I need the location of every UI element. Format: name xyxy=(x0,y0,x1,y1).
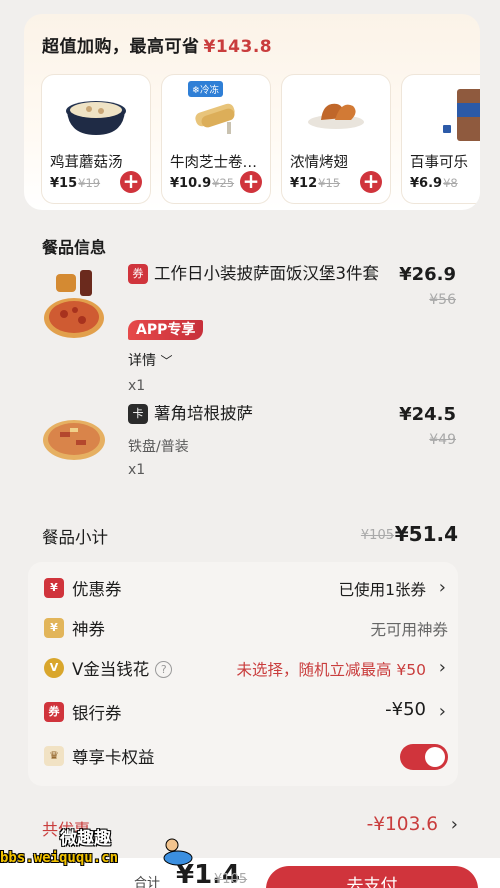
subtotal-row: 餐品小计 ¥105 ¥51.4 xyxy=(24,518,480,554)
watermark: 微趣趣 bbs.weiququ.cn xyxy=(0,820,200,870)
meal-item-spec: 铁盘/普装 xyxy=(128,439,189,455)
add-to-cart-button[interactable]: + xyxy=(360,171,382,193)
product-price: ¥6.9¥8 xyxy=(410,176,458,191)
add-to-cart-button[interactable]: + xyxy=(120,171,142,193)
total-discount-value: -¥103.6 xyxy=(366,814,438,835)
meal-item-old-price: ¥56 xyxy=(429,292,456,308)
upsell-product[interactable]: 鸡茸蘑菇汤 ¥15¥19 + xyxy=(42,75,150,203)
meal-item: 卡 薯角培根披萨 ¥24.5 ¥49 铁盘/普装 x1 xyxy=(24,404,480,518)
bacon-pizza-icon xyxy=(42,410,106,490)
meal-item-title: 薯角培根披萨 xyxy=(154,404,253,423)
vip-card-toggle[interactable] xyxy=(400,744,448,770)
god-coupon-label: 神券 xyxy=(72,620,105,639)
upsell-product[interactable]: 百事可乐 ¥6.9¥8 xyxy=(402,75,480,203)
bank-coupon-value: -¥50 xyxy=(385,699,426,720)
pay-button[interactable]: 去支付 xyxy=(266,866,478,888)
discount-panel: ¥ 优惠券 已使用1张券 › ¥ 神券 无可用神券 V V金当钱花? 未选择，随… xyxy=(28,562,458,786)
soup-bowl-icon xyxy=(50,83,142,143)
product-price: ¥12¥15 xyxy=(290,176,341,191)
chevron-right-icon: › xyxy=(450,814,458,835)
meal-item-title: 工作日小装披萨面饭汉堡3件套 xyxy=(154,264,379,283)
meal-item-qty: x1 xyxy=(128,378,146,394)
meal-item-price: ¥26.9 xyxy=(399,264,456,285)
details-toggle[interactable]: 详情 ﹀ xyxy=(128,350,172,370)
meal-item: 券 工作日小装披萨面饭汉堡3件套 ¥26.9 ¥56 APP专享 详情 ﹀ x1 xyxy=(24,258,480,408)
product-name: 百事可乐 xyxy=(410,155,468,171)
upsell-product[interactable]: ❄冷冻 牛肉芝士卷… ¥10.9¥25 + xyxy=(162,75,270,203)
coupon-label: 优惠券 xyxy=(72,580,122,599)
total-old: ¥105 xyxy=(214,872,248,887)
subtotal-value: ¥51.4 xyxy=(394,522,458,546)
pepsi-cola-icon xyxy=(410,83,480,143)
beef-cheese-roll-icon: ❄冷冻 xyxy=(170,81,262,143)
meal-info-title: 餐品信息 xyxy=(42,238,107,257)
total-label: 合计 xyxy=(134,876,161,888)
add-to-cart-button[interactable]: + xyxy=(240,171,262,193)
crown-icon: ♛ xyxy=(44,746,64,766)
order-confirm-page: 超值加购，最高可省 ¥143.8 鸡茸蘑菇汤 ¥15¥19 + ❄冷冻 牛肉芝士… xyxy=(24,14,480,888)
vip-card-row: ♛ 尊享卡权益 xyxy=(40,736,448,776)
mascot-icon xyxy=(158,836,194,870)
watermark-title: 微趣趣 xyxy=(60,829,111,849)
coupon-row[interactable]: ¥ 优惠券 已使用1张券 › xyxy=(40,568,448,608)
meal-item-old-price: ¥49 xyxy=(429,432,456,448)
meal-item-price: ¥24.5 xyxy=(399,404,456,425)
coupon-icon: ¥ xyxy=(44,578,64,598)
v-gold-icon: V xyxy=(44,658,64,678)
chevron-right-icon: › xyxy=(438,701,446,722)
chevron-right-icon: › xyxy=(438,577,446,598)
upsell-product[interactable]: 浓情烤翅 ¥12¥15 + xyxy=(282,75,390,203)
card-badge: 卡 xyxy=(128,404,148,424)
chevron-right-icon: › xyxy=(438,657,446,678)
v-gold-value: 未选择，随机立减最高 ¥50 xyxy=(236,661,426,679)
product-price: ¥15¥19 xyxy=(50,176,101,191)
bank-coupon-icon: 券 xyxy=(44,702,64,722)
subtotal-label: 餐品小计 xyxy=(42,528,108,547)
upsell-save-amount: ¥143.8 xyxy=(203,37,273,57)
subtotal-old: ¥105 xyxy=(360,528,394,543)
upsell-title: 超值加购，最高可省 ¥143.8 xyxy=(42,37,273,57)
bank-coupon-label: 银行券 xyxy=(72,704,122,723)
frozen-tag: ❄冷冻 xyxy=(188,81,223,97)
upsell-product-list[interactable]: 鸡茸蘑菇汤 ¥15¥19 + ❄冷冻 牛肉芝士卷… ¥10.9¥25 + 浓情烤… xyxy=(42,75,480,203)
v-gold-label: V金当钱花? xyxy=(72,656,173,680)
pizza-combo-icon xyxy=(42,270,106,350)
watermark-url: bbs.weiququ.cn xyxy=(0,850,119,866)
bank-coupon-row[interactable]: 券 银行券 -¥50 › xyxy=(40,692,448,732)
v-gold-row[interactable]: V V金当钱花? 未选择，随机立减最高 ¥50 › xyxy=(40,648,448,688)
product-price: ¥10.9¥25 xyxy=(170,176,235,191)
coupon-badge: 券 xyxy=(128,264,148,284)
help-icon[interactable]: ? xyxy=(155,661,173,678)
vip-card-label: 尊享卡权益 xyxy=(72,748,155,767)
roasted-wings-icon xyxy=(290,83,382,143)
app-exclusive-tag: APP专享 xyxy=(128,320,204,340)
god-coupon-icon: ¥ xyxy=(44,618,64,638)
upsell-card: 超值加购，最高可省 ¥143.8 鸡茸蘑菇汤 ¥15¥19 + ❄冷冻 牛肉芝士… xyxy=(24,14,480,210)
coupon-value: 已使用1张券 xyxy=(338,581,426,599)
meal-item-qty: x1 xyxy=(128,462,146,478)
chevron-down-icon: ﹀ xyxy=(160,354,173,368)
god-coupon-row[interactable]: ¥ 神券 无可用神券 xyxy=(40,608,448,648)
god-coupon-value: 无可用神券 xyxy=(370,621,448,639)
